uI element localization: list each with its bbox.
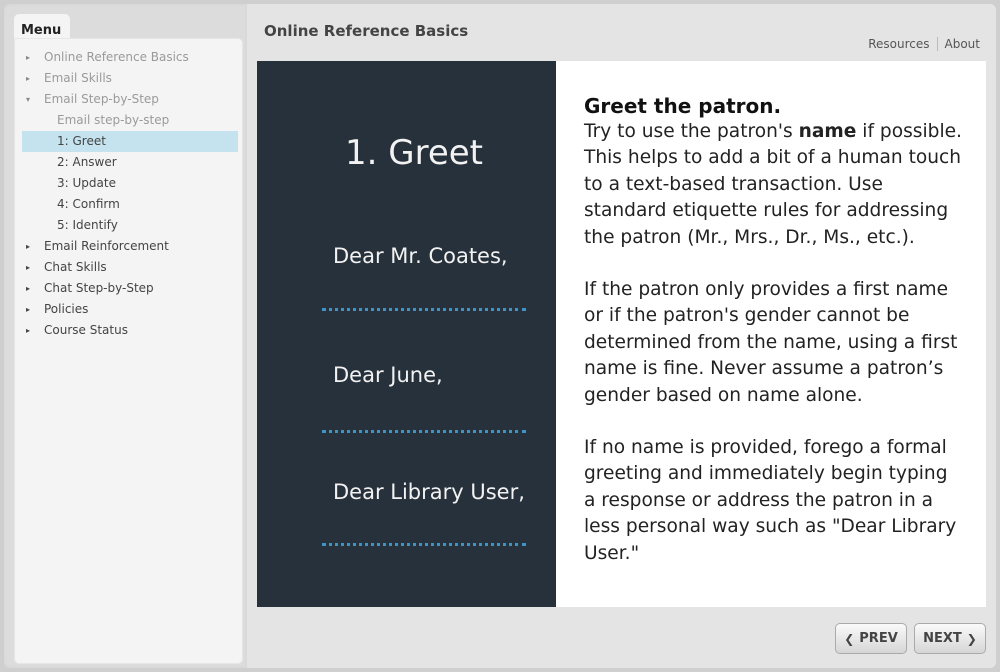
menu-item[interactable]: ▸ Email Skills: [15, 68, 242, 89]
next-button[interactable]: NEXT ❯: [914, 623, 986, 654]
top-links: Resources About: [868, 37, 980, 51]
paragraph-2: If the patron only provides a first name…: [584, 279, 958, 406]
menu-item[interactable]: 5: Identify: [15, 215, 242, 236]
caret-right-icon: ▸: [26, 74, 31, 83]
main-area: Online Reference Basics Resources About …: [247, 4, 996, 668]
greeting-example-1: Dear Mr. Coates,: [333, 244, 508, 268]
chevron-right-icon: ❯: [966, 631, 977, 646]
menu-item-label: Email Step-by-Step: [44, 92, 159, 106]
menu-item-label: 5: Identify: [57, 218, 118, 232]
slide-stage: 1. Greet Dear Mr. Coates, Dear June, Dea…: [257, 61, 986, 607]
menu-item-label: Chat Skills: [44, 260, 107, 274]
slide-text: Greet the patron. Try to use the patron'…: [584, 93, 964, 593]
step-title: 1. Greet: [345, 133, 483, 173]
menu-item[interactable]: ▾ Email Step-by-Step: [15, 89, 242, 110]
menu-item-label: 4: Confirm: [57, 197, 120, 211]
caret-right-icon: ▸: [26, 284, 31, 293]
caret-right-icon: ▸: [26, 53, 31, 62]
link-separator: [936, 37, 938, 51]
menu-item-label: 1: Greet: [57, 134, 106, 148]
greeting-examples-panel: 1. Greet Dear Mr. Coates, Dear June, Dea…: [257, 61, 556, 607]
dotted-divider: [322, 543, 526, 546]
menu-list: ▸ Online Reference Basics ▸ Email Skills ▾ Em…: [15, 47, 242, 341]
slide-heading: Greet the patron.: [584, 94, 782, 118]
greeting-example-2: Dear June,: [333, 363, 443, 387]
menu-item[interactable]: ▸ Email Reinforcement: [15, 236, 242, 257]
menu-item-label: Course Status: [44, 323, 128, 337]
paragraph-1: Try to use the patron's name if possible…: [584, 119, 964, 251]
caret-right-icon: ▸: [26, 326, 31, 335]
caret-right-icon: ▸: [26, 305, 31, 314]
paragraph-1-text: Try to use the patron's: [584, 121, 799, 142]
menu-item-label: 2: Answer: [57, 155, 117, 169]
menu-item-label: Chat Step-by-Step: [44, 281, 154, 295]
menu-item-label: 3: Update: [57, 176, 116, 190]
menu-item[interactable]: 1: Greet: [22, 131, 238, 152]
menu-item-label: Email Reinforcement: [44, 239, 169, 253]
menu-item[interactable]: ▸ Chat Step-by-Step: [15, 278, 242, 299]
prev-label: PREV: [859, 631, 898, 646]
menu-item[interactable]: ▸ Chat Skills: [15, 257, 242, 278]
menu-item[interactable]: ▸ Online Reference Basics: [15, 47, 242, 68]
prev-button[interactable]: ❮ PREV: [835, 623, 907, 654]
caret-down-icon: ▾: [26, 95, 31, 104]
resources-link[interactable]: Resources: [868, 37, 929, 51]
menu-item[interactable]: 3: Update: [15, 173, 242, 194]
paragraph-3: If no name is provided, forego a formal …: [584, 437, 957, 564]
about-link[interactable]: About: [945, 37, 980, 51]
menu-item[interactable]: Email step-by-step: [15, 110, 242, 131]
menu-panel: ▸ Online Reference Basics ▸ Email Skills ▾ Em…: [14, 38, 243, 664]
sidebar: Menu ▸ Online Reference Basics ▸ Email Skil…: [5, 6, 245, 666]
menu-item[interactable]: 2: Answer: [15, 152, 242, 173]
caret-right-icon: ▸: [26, 263, 31, 272]
caret-right-icon: ▸: [26, 242, 31, 251]
menu-item[interactable]: ▸ Policies: [15, 299, 242, 320]
menu-item-label: Online Reference Basics: [44, 50, 189, 64]
emphasis-name: name: [798, 121, 857, 142]
menu-item-label: Email step-by-step: [57, 113, 170, 127]
menu-item-label: Email Skills: [44, 71, 112, 85]
greeting-example-3: Dear Library User,: [333, 480, 525, 504]
menu-item-label: Policies: [44, 302, 89, 316]
chevron-left-icon: ❮: [844, 631, 855, 646]
menu-item[interactable]: ▸ Course Status: [15, 320, 242, 341]
next-label: NEXT: [923, 631, 962, 646]
menu-item[interactable]: 4: Confirm: [15, 194, 242, 215]
dotted-divider: [322, 430, 526, 433]
dotted-divider: [322, 308, 526, 311]
course-title: Online Reference Basics: [264, 22, 469, 40]
